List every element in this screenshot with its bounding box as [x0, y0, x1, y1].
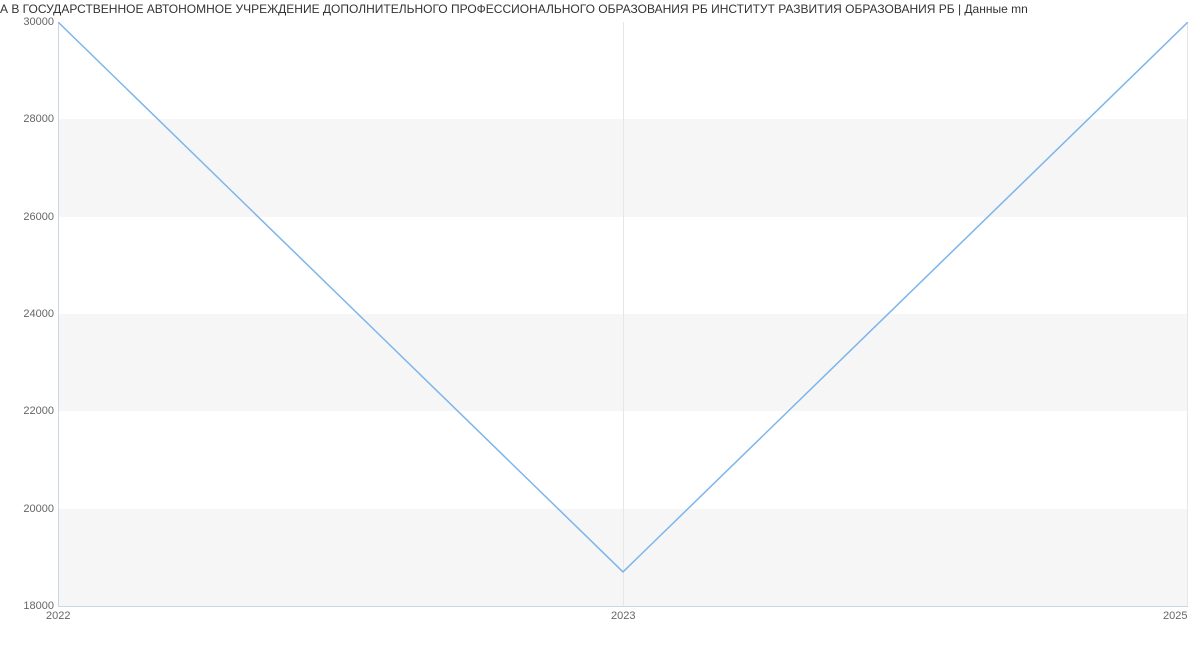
chart-container: А В ГОСУДАРСТВЕННОЕ АВТОНОМНОЕ УЧРЕЖДЕНИ… [0, 0, 1200, 650]
x-tick-label: 2023 [611, 610, 635, 622]
plot-area [58, 22, 1188, 606]
y-tick-label: 26000 [4, 211, 54, 223]
x-tick-label: 2022 [46, 610, 70, 622]
y-tick-label: 24000 [4, 308, 54, 320]
line-series [58, 22, 1188, 606]
x-tick-label: 2025 [1163, 610, 1187, 622]
y-tick-label: 30000 [4, 16, 54, 28]
y-tick-label: 20000 [4, 503, 54, 515]
y-tick-label: 28000 [4, 113, 54, 125]
x-axis-line [58, 606, 1188, 607]
y-tick-label: 22000 [4, 405, 54, 417]
chart-title: А В ГОСУДАРСТВЕННОЕ АВТОНОМНОЕ УЧРЕЖДЕНИ… [0, 2, 1200, 16]
